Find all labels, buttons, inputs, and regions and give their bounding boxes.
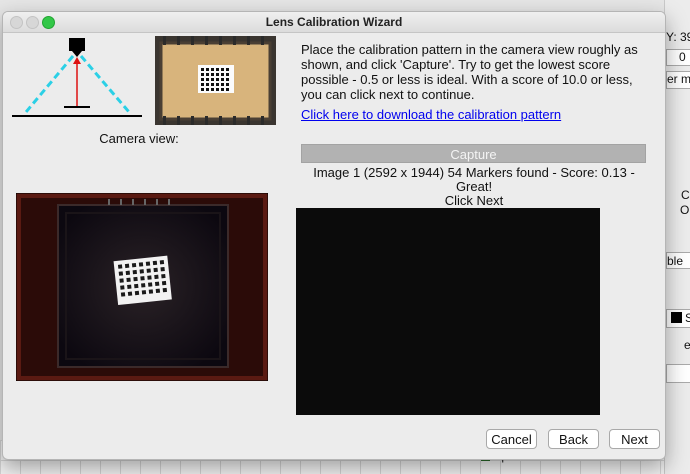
next-button[interactable]: Next: [609, 429, 660, 449]
camera-icon: [69, 38, 85, 51]
bg-lower-box[interactable]: [666, 364, 690, 383]
lens-calibration-dialog: Lens Calibration Wizard Camera view: Pla…: [2, 11, 666, 460]
bg-o-text: O: [680, 203, 690, 217]
capture-status: Image 1 (2592 x 1944) 54 Markers found -…: [296, 166, 652, 208]
title-bar: Lens Calibration Wizard: [3, 12, 665, 33]
camera-view-label: Camera view:: [99, 131, 179, 146]
cancel-button[interactable]: Cancel: [486, 429, 537, 449]
bg-y-field-label: Y: 39: [666, 30, 690, 44]
bg-input-box[interactable]: [666, 49, 690, 66]
camera-feed-image: [16, 193, 268, 381]
status-next-hint: Click Next: [444, 193, 504, 208]
status-result-text: Image 1 (2592 x 1944) 54 Markers found -…: [313, 165, 635, 194]
bg-e-text: e: [684, 338, 690, 352]
bg-ma-text: er ma: [667, 72, 690, 86]
capture-result-view: [296, 208, 600, 415]
laser-cone-left-line: [24, 55, 75, 113]
window-title: Lens Calibration Wizard: [265, 15, 403, 29]
bg-ble-text: ble: [667, 254, 684, 268]
bg-color-swatch: [671, 312, 682, 323]
back-button[interactable]: Back: [548, 429, 599, 449]
instructions-text: Place the calibration pattern in the cam…: [301, 42, 638, 102]
bg-s-text: S: [685, 311, 690, 325]
camera-setup-diagram: [12, 38, 142, 117]
download-pattern-link[interactable]: Click here to download the calibration p…: [301, 107, 561, 122]
capture-button[interactable]: Capture: [301, 144, 646, 163]
bg-zero-value: 0: [679, 50, 686, 64]
laser-cone-right-line: [79, 55, 131, 113]
bg-c-text: C: [681, 188, 690, 202]
sample-placement-photo: [155, 36, 276, 125]
